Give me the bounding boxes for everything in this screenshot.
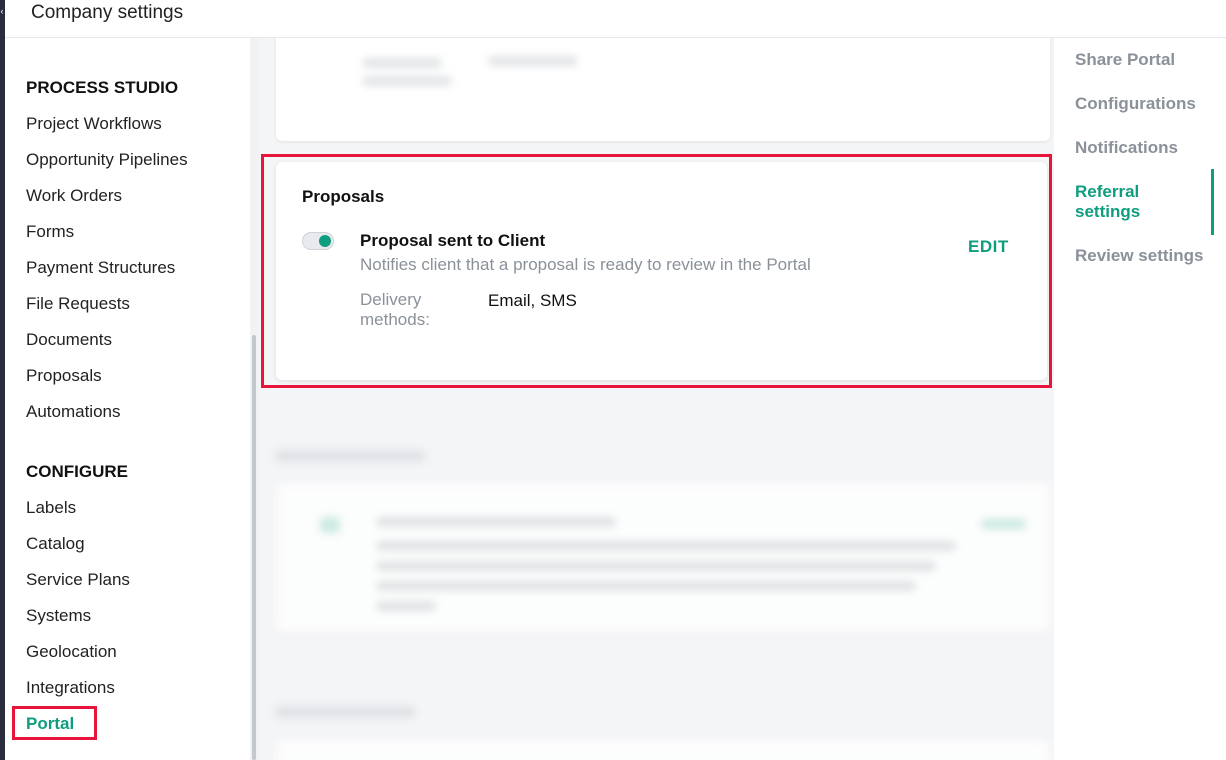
sidebar-item-file-requests[interactable]: File Requests (26, 294, 130, 314)
sidebar-item-labels[interactable]: Labels (26, 498, 76, 518)
sidebar-item-systems[interactable]: Systems (26, 606, 91, 626)
main-content (259, 38, 1054, 760)
sidebar-item-forms[interactable]: Forms (26, 222, 74, 242)
sidebar-scrollbar-thumb[interactable] (252, 335, 256, 760)
header: Company settings (5, 0, 1226, 38)
section-heading-configure: CONFIGURE (26, 462, 128, 481)
proposals-card-title: Proposals (302, 187, 385, 206)
active-anchor-indicator (1211, 169, 1214, 235)
highlight-annotation-portal (12, 706, 97, 740)
sidebar-item-project-workflows[interactable]: Project Workflows (26, 114, 162, 134)
sidebar-item-geolocation[interactable]: Geolocation (26, 642, 117, 662)
sidebar-item-opportunity-pipelines[interactable]: Opportunity Pipelines (26, 150, 188, 170)
proposals-card: Proposals Proposal sent to Client Notifi… (276, 162, 1047, 380)
sidebar-item-integrations[interactable]: Integrations (26, 678, 115, 698)
settings-sidebar: PROCESS STUDIO Project Workflows Opportu… (5, 38, 250, 760)
delivery-methods-label: Delivery methods: (360, 290, 430, 329)
right-anchor-nav: Share Portal Configurations Notification… (1054, 38, 1226, 760)
anchor-notifications[interactable]: Notifications (1075, 138, 1220, 158)
sidebar-item-payment-structures[interactable]: Payment Structures (26, 258, 175, 278)
notification-toggle[interactable] (302, 232, 334, 250)
edit-button[interactable]: EDIT (968, 237, 1009, 257)
blurred-card-top (276, 38, 1050, 141)
sidebar-item-catalog[interactable]: Catalog (26, 534, 85, 554)
sidebar-item-documents[interactable]: Documents (26, 330, 112, 350)
anchor-configurations[interactable]: Configurations (1075, 94, 1220, 114)
anchor-review-settings[interactable]: Review settings (1075, 246, 1220, 266)
toggle-knob (319, 235, 331, 247)
anchor-share-portal[interactable]: Share Portal (1075, 50, 1220, 70)
sidebar-item-proposals[interactable]: Proposals (26, 366, 102, 386)
page-title: Company settings (31, 2, 184, 23)
notification-description: Notifies client that a proposal is ready… (360, 255, 811, 274)
delivery-methods-value: Email, SMS (488, 291, 577, 310)
anchor-referral-settings[interactable]: Referral settings (1075, 182, 1175, 222)
sidebar-item-service-plans[interactable]: Service Plans (26, 570, 130, 590)
sidebar-item-work-orders[interactable]: Work Orders (26, 186, 122, 206)
sidebar-item-automations[interactable]: Automations (26, 402, 121, 422)
section-heading-process-studio: PROCESS STUDIO (26, 78, 179, 97)
notification-title: Proposal sent to Client (360, 231, 546, 250)
